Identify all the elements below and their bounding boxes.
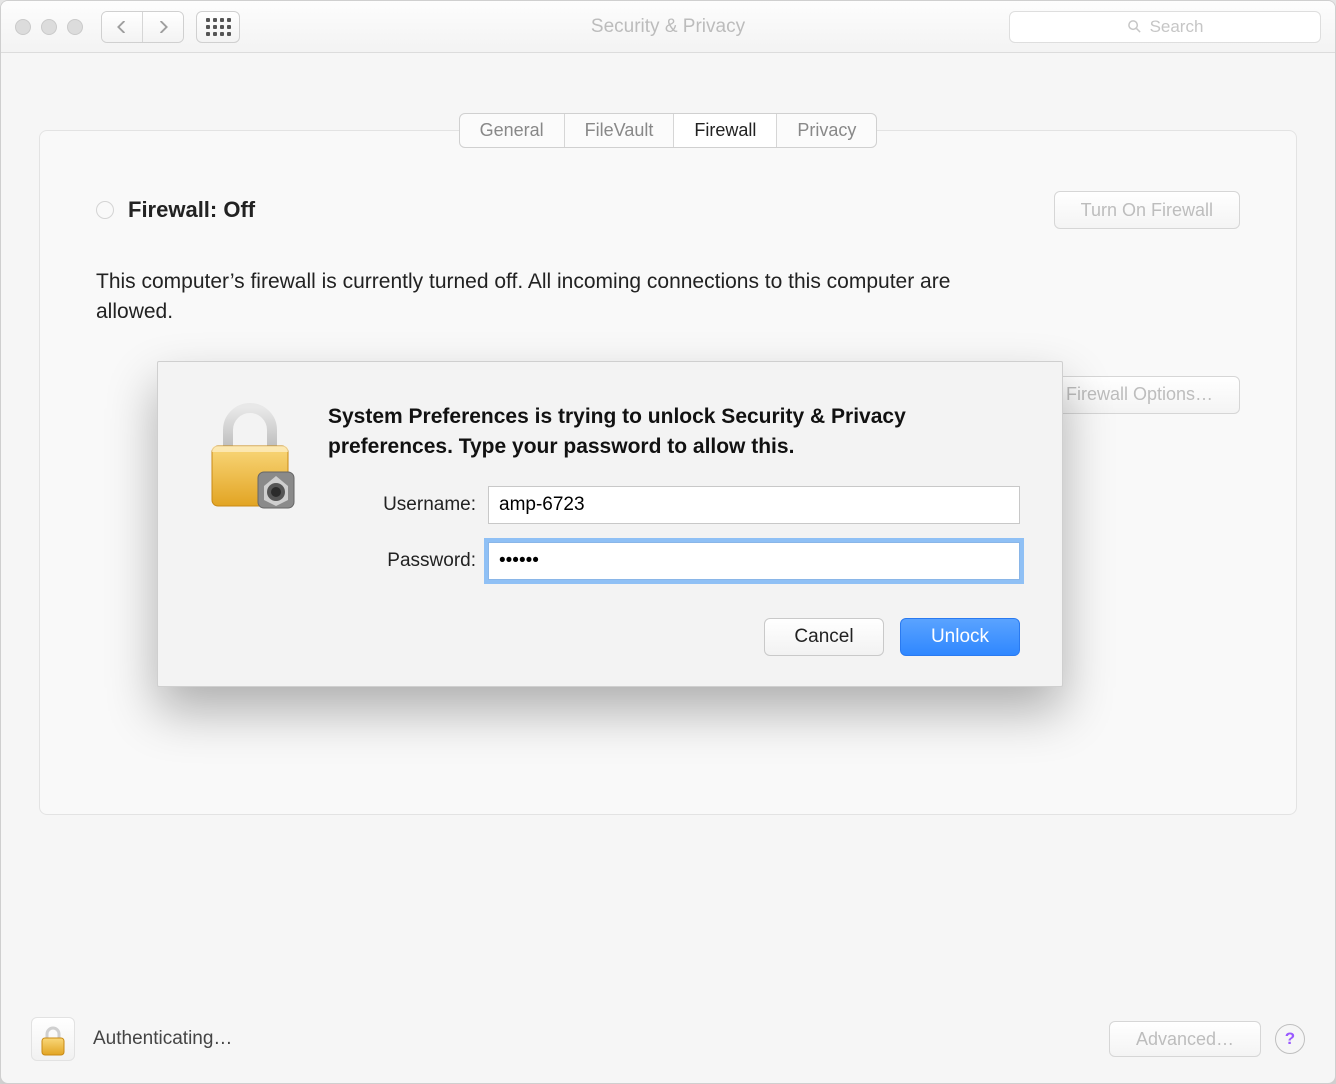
turn-on-firewall-button[interactable]: Turn On Firewall [1054,191,1240,229]
search-field[interactable]: Search [1009,11,1321,43]
tabs: General FileVault Firewall Privacy [459,113,878,148]
firewall-status: Firewall: Off [96,197,255,223]
auth-form: Username: Password: [328,486,1020,580]
grid-icon [206,18,231,36]
lock-small-icon [39,1025,67,1057]
username-label: Username: [328,494,476,516]
password-label: Password: [328,550,476,572]
dialog-actions: Cancel Unlock [328,618,1020,656]
cancel-button[interactable]: Cancel [764,618,884,656]
nav-buttons [101,11,184,43]
show-all-button[interactable] [196,11,240,43]
tab-general[interactable]: General [460,114,564,147]
advanced-button[interactable]: Advanced… [1109,1021,1261,1057]
zoom-window-button[interactable] [67,19,83,35]
auth-dialog: System Preferences is trying to unlock S… [157,361,1063,687]
titlebar: Security & Privacy Search [1,1,1335,53]
search-icon [1127,19,1142,34]
lock-status-text: Authenticating… [93,1028,232,1050]
status-indicator-icon [96,201,114,219]
minimize-window-button[interactable] [41,19,57,35]
footer: Authenticating… Advanced… ? [31,1017,1305,1061]
help-button[interactable]: ? [1275,1024,1305,1054]
back-button[interactable] [102,12,142,42]
search-placeholder: Search [1150,17,1204,37]
tab-filevault[interactable]: FileVault [564,114,674,147]
username-field[interactable] [488,486,1020,524]
firewall-options-button[interactable]: Firewall Options… [1039,376,1240,414]
forward-button[interactable] [142,12,183,42]
window-controls [15,19,83,35]
firewall-status-title: Firewall: Off [128,197,255,223]
firewall-description: This computer’s firewall is currently tu… [96,267,996,328]
close-window-button[interactable] [15,19,31,35]
lock-button[interactable] [31,1017,75,1061]
tab-privacy[interactable]: Privacy [776,114,876,147]
dialog-message: System Preferences is trying to unlock S… [328,402,1020,462]
lock-icon [200,402,300,514]
unlock-button[interactable]: Unlock [900,618,1020,656]
dialog-header: System Preferences is trying to unlock S… [200,402,1020,656]
preferences-window: Security & Privacy Search General FileVa… [0,0,1336,1084]
help-icon: ? [1285,1029,1295,1049]
firewall-status-row: Firewall: Off Turn On Firewall [96,191,1240,229]
tab-strip: General FileVault Firewall Privacy [39,113,1297,148]
password-field[interactable] [488,542,1020,580]
footer-right: Advanced… ? [1109,1021,1305,1057]
tab-firewall[interactable]: Firewall [673,114,776,147]
